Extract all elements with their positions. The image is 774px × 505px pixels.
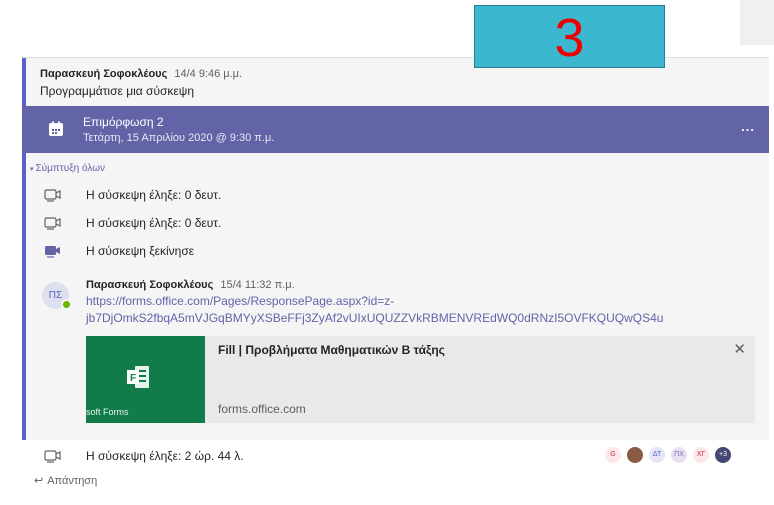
forms-link-continued[interactable]: jb7DjOmkS2fbqA5mVJGqBMYyXSBeFFj3ZyAf2vUI… [86,311,663,325]
event-text: Η σύσκεψη έληξε: 0 δευτ. [86,216,222,230]
link-preview-card[interactable]: F soft Forms Fill | Προβλήματα Μαθηματικ… [86,336,755,423]
meeting-ended-icon [44,189,61,202]
collapse-all-toggle[interactable]: ▾ Σύμπτυξη όλων [30,163,105,174]
close-preview-button[interactable]: ✕ [733,340,746,358]
svg-text:F: F [130,373,136,384]
post-time: 14/4 9:46 μ.μ. [174,68,243,80]
reply-button[interactable]: ↩ Απάντηση [34,474,97,487]
more-participants-badge[interactable]: +3 [715,447,731,463]
preview-thumbnail: F soft Forms [86,336,205,423]
preview-domain: forms.office.com [218,402,306,416]
message-header: Παρασκευή Σοφοκλέους 15/4 11:32 π.μ. [86,279,295,291]
post-header: Παρασκευή Σοφοκλέους 14/4 9:46 μ.μ. [40,68,242,80]
participant-avatar[interactable] [627,447,643,463]
meeting-ended-row: Η σύσκεψη έληξε: 2 ώρ. 44 λ. G ΔΤ ΠΧ ΧΓ … [22,440,769,470]
meeting-ended-text: Η σύσκεψη έληξε: 2 ώρ. 44 λ. [86,449,244,463]
thumbnail-caption: soft Forms [86,407,129,417]
reply-label: Απάντηση [47,475,98,487]
meeting-card-header[interactable]: Επιμόρφωση 2 Τετάρτη, 15 Απριλίου 2020 @… [22,106,769,153]
meeting-started-icon [45,246,60,258]
post-author[interactable]: Παρασκευή Σοφοκλέους [40,68,167,80]
meeting-datetime: Τετάρτη, 15 Απριλίου 2020 @ 9:30 π.μ. [83,132,275,144]
meeting-ended-icon [44,217,61,230]
step-number-overlay: 3 [474,5,665,68]
participant-avatar[interactable]: ΔΤ [649,447,665,463]
participant-avatar[interactable]: ΧΓ [693,447,709,463]
preview-title[interactable]: Fill | Προβλήματα Μαθηματικών Β τάξης [218,343,445,357]
message-time: 15/4 11:32 π.μ. [220,279,295,291]
microsoft-forms-icon: F [127,366,149,388]
calendar-icon [49,121,63,136]
step-number: 3 [554,8,585,68]
participant-avatar[interactable]: ΠΧ [671,447,687,463]
event-text: Η σύσκεψη έληξε: 0 δευτ. [86,188,222,202]
presence-available-icon [61,299,72,310]
participant-avatar[interactable]: G [605,447,621,463]
event-text: Η σύσκεψη ξεκίνησε [86,244,195,258]
meeting-title: Επιμόρφωση 2 [83,115,164,129]
message-author[interactable]: Παρασκευή Σοφοκλέους [86,279,213,291]
right-panel-edge [740,0,774,45]
collapse-all-label: Σύμπτυξη όλων [35,163,106,174]
meeting-ended-icon [44,450,61,463]
reply-arrow-icon: ↩ [34,475,44,487]
post-body: Προγραμμάτισε μια σύσκεψη [40,84,194,98]
more-options-button[interactable]: ... [741,119,755,134]
forms-link[interactable]: https://forms.office.com/Pages/ResponseP… [86,294,394,308]
